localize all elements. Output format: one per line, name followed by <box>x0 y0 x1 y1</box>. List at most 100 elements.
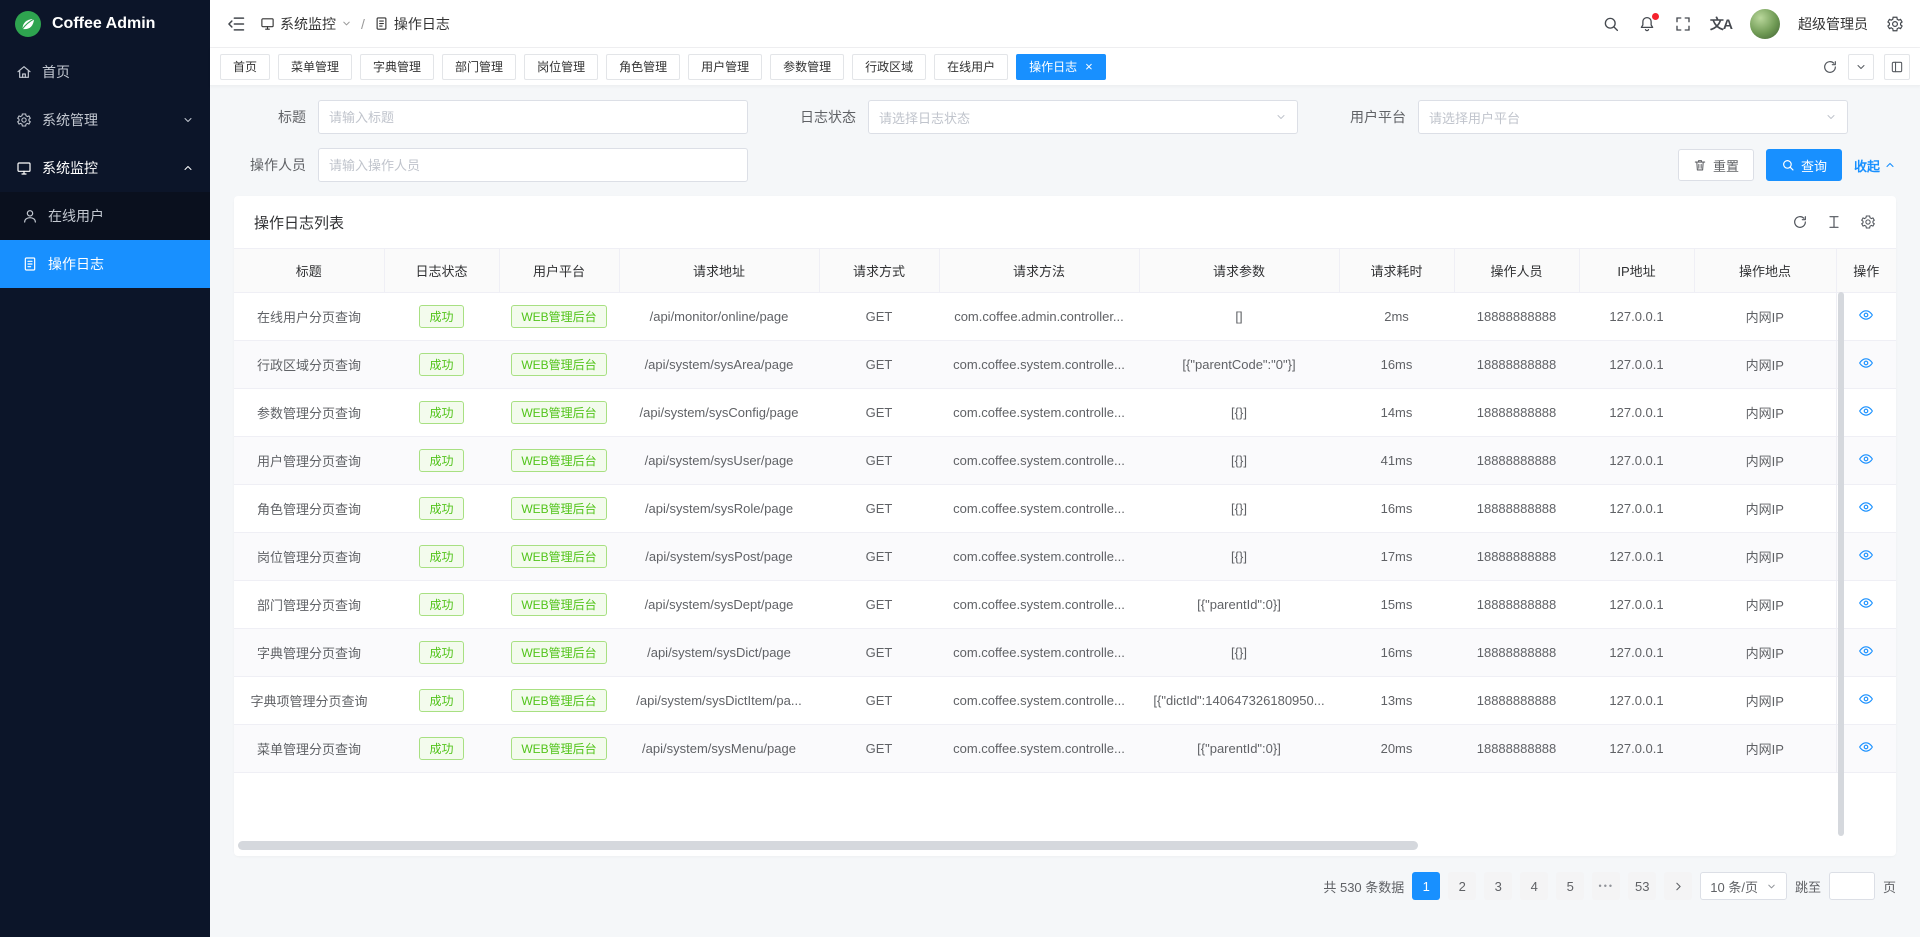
log-icon <box>374 16 389 31</box>
tab[interactable]: 用户管理 <box>688 54 762 80</box>
cell-url: /api/system/sysPost/page <box>619 533 819 581</box>
cell-function: com.coffee.system.controlle... <box>939 485 1139 533</box>
platform-select[interactable]: 请选择用户平台 <box>1418 100 1848 134</box>
view-icon[interactable] <box>1858 547 1874 563</box>
tab-close-icon[interactable]: × <box>1085 60 1093 73</box>
status-tag: 成功 <box>419 305 463 328</box>
row-density-icon[interactable] <box>1826 214 1842 230</box>
tab[interactable]: 部门管理 <box>442 54 516 80</box>
page-ellipsis[interactable]: ••• <box>1592 872 1620 900</box>
log-status-select[interactable]: 请选择日志状态 <box>868 100 1298 134</box>
cell-method: GET <box>819 389 939 437</box>
reset-button[interactable]: 重置 <box>1678 149 1754 181</box>
page-button[interactable]: 2 <box>1448 872 1476 900</box>
tab[interactable]: 行政区域 <box>852 54 926 80</box>
tab[interactable]: 首页 <box>220 54 270 80</box>
view-icon[interactable] <box>1858 355 1874 371</box>
table-row: 角色管理分页查询成功WEB管理后台/api/system/sysRole/pag… <box>234 485 1896 533</box>
breadcrumb-item-operation-log[interactable]: 操作日志 <box>374 14 450 34</box>
chevron-up-icon <box>1884 159 1896 171</box>
cell-params: [{"parentId":0}] <box>1139 725 1339 773</box>
sidebar-item-label: 在线用户 <box>48 206 104 226</box>
view-icon[interactable] <box>1858 691 1874 707</box>
view-icon[interactable] <box>1858 451 1874 467</box>
tab[interactable]: 操作日志× <box>1016 54 1106 80</box>
page-button[interactable]: 53 <box>1628 872 1656 900</box>
tab[interactable]: 在线用户 <box>934 54 1008 80</box>
sidebar-item-operation-log[interactable]: 操作日志 <box>0 240 210 288</box>
page-size-select[interactable]: 10 条/页 <box>1700 872 1787 900</box>
avatar[interactable] <box>1750 9 1780 39</box>
refresh-icon[interactable] <box>1822 59 1838 75</box>
jump-suffix: 页 <box>1883 877 1896 896</box>
tab[interactable]: 菜单管理 <box>278 54 352 80</box>
column-header: 操作人员 <box>1454 249 1579 293</box>
view-icon[interactable] <box>1858 739 1874 755</box>
view-icon[interactable] <box>1858 403 1874 419</box>
page-size-value: 10 条/页 <box>1710 877 1758 896</box>
platform-tag: WEB管理后台 <box>511 497 606 520</box>
search-icon[interactable] <box>1602 15 1620 33</box>
cell-duration: 16ms <box>1339 485 1454 533</box>
sidebar-item-system-management[interactable]: 系统管理 <box>0 96 210 144</box>
operator-input[interactable] <box>318 148 748 182</box>
translate-icon[interactable]: 文A <box>1710 14 1732 34</box>
tab-label: 参数管理 <box>783 58 831 75</box>
breadcrumb-item-system-monitor[interactable]: 系统监控 <box>260 14 352 34</box>
chevron-up-icon <box>182 162 194 174</box>
column-header: 请求方法 <box>939 249 1139 293</box>
cell-operator: 18888888888 <box>1454 293 1579 341</box>
page-button[interactable]: 3 <box>1484 872 1512 900</box>
username[interactable]: 超级管理员 <box>1798 14 1868 34</box>
collapse-menu-icon[interactable] <box>226 14 246 34</box>
notification-bell-icon[interactable] <box>1638 15 1656 33</box>
tab-options-chevron-icon[interactable] <box>1848 54 1874 80</box>
view-icon[interactable] <box>1858 643 1874 659</box>
jump-page-input[interactable] <box>1829 872 1875 900</box>
tab[interactable]: 参数管理 <box>770 54 844 80</box>
breadcrumb-label: 系统监控 <box>280 14 336 34</box>
column-header: 请求地址 <box>619 249 819 293</box>
jump-prefix: 跳至 <box>1795 877 1821 896</box>
cell-function: com.coffee.system.controlle... <box>939 677 1139 725</box>
topbar-actions: 文A 超级管理员 <box>1602 9 1904 39</box>
fullscreen-icon[interactable] <box>1674 15 1692 33</box>
tab-label: 用户管理 <box>701 58 749 75</box>
title-input[interactable] <box>318 100 748 134</box>
cell-actions <box>1836 389 1896 437</box>
column-header: 请求参数 <box>1139 249 1339 293</box>
settings-gear-icon[interactable] <box>1886 15 1904 33</box>
sidebar-item-home[interactable]: 首页 <box>0 48 210 96</box>
view-icon[interactable] <box>1858 307 1874 323</box>
cell-ip: 127.0.0.1 <box>1579 293 1694 341</box>
column-settings-gear-icon[interactable] <box>1860 214 1876 230</box>
cell-function: com.coffee.admin.controller... <box>939 293 1139 341</box>
sidebar-item-system-monitor[interactable]: 系统监控 <box>0 144 210 192</box>
cell-status: 成功 <box>384 533 499 581</box>
cell-status: 成功 <box>384 629 499 677</box>
tab-label: 行政区域 <box>865 58 913 75</box>
layout-toggle-icon[interactable] <box>1884 54 1910 80</box>
tab[interactable]: 岗位管理 <box>524 54 598 80</box>
platform-label: 用户平台 <box>1334 107 1406 127</box>
vertical-scrollbar[interactable] <box>1838 292 1844 836</box>
sidebar-item-online-users[interactable]: 在线用户 <box>0 192 210 240</box>
tab[interactable]: 字典管理 <box>360 54 434 80</box>
page-button[interactable]: 4 <box>1520 872 1548 900</box>
cell-platform: WEB管理后台 <box>499 629 619 677</box>
view-icon[interactable] <box>1858 595 1874 611</box>
cell-function: com.coffee.system.controlle... <box>939 389 1139 437</box>
horizontal-scrollbar[interactable] <box>238 841 1418 850</box>
cell-actions <box>1836 485 1896 533</box>
tab[interactable]: 角色管理 <box>606 54 680 80</box>
search-button[interactable]: 查询 <box>1766 149 1842 181</box>
column-header: 操作地点 <box>1694 249 1836 293</box>
view-icon[interactable] <box>1858 499 1874 515</box>
column-header: 请求方式 <box>819 249 939 293</box>
cell-method: GET <box>819 533 939 581</box>
page-button[interactable]: 5 <box>1556 872 1584 900</box>
page-button[interactable]: 1 <box>1412 872 1440 900</box>
next-page-button[interactable] <box>1664 872 1692 900</box>
table-refresh-icon[interactable] <box>1792 214 1808 230</box>
collapse-filters-link[interactable]: 收起 <box>1854 156 1896 175</box>
